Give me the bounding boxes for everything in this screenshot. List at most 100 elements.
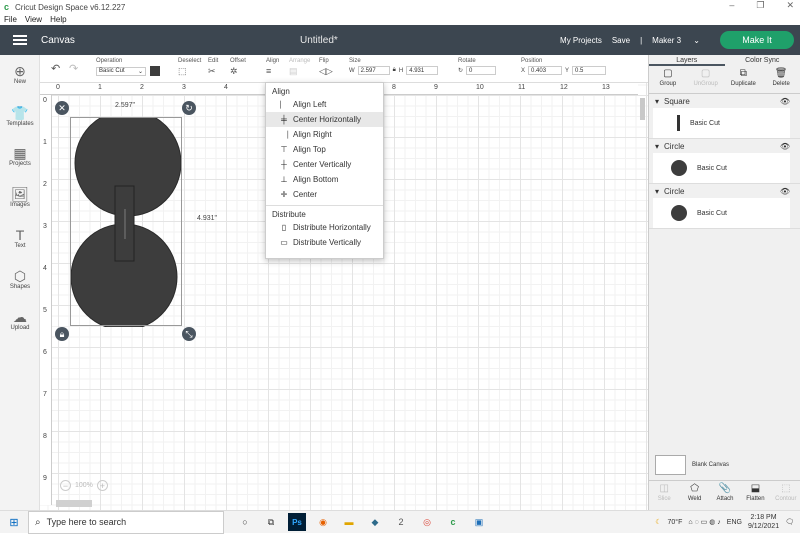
ungroup-button[interactable]: ▢UnGroup — [687, 66, 725, 93]
flip-icon[interactable]: ◁▷ — [319, 66, 333, 76]
menu-item-distribute-horizontally[interactable]: ▯Distribute Horizontally — [266, 220, 383, 235]
slice-button[interactable]: ◫Slice — [649, 481, 679, 510]
layer-header[interactable]: ▾Circle👁︎ — [649, 184, 800, 198]
eye-icon[interactable]: 👁︎ — [780, 142, 790, 151]
horizontal-scrollbar-thumb[interactable] — [56, 500, 92, 507]
y-input[interactable]: 0.5 — [572, 66, 606, 75]
menu-item-center[interactable]: ✛Center — [266, 187, 383, 202]
align-icon[interactable]: ≡ — [266, 66, 271, 76]
menu-file[interactable]: File — [4, 15, 17, 24]
rotate-input[interactable]: 0 — [466, 66, 496, 75]
scrollbar-thumb[interactable] — [640, 98, 645, 120]
flatten-button[interactable]: ⬓Flatten — [740, 481, 770, 510]
contour-button[interactable]: ⬚Contour — [771, 481, 800, 510]
layer-circle-2[interactable]: ▾Circle👁︎ Basic Cut — [649, 184, 800, 229]
height-input[interactable]: 4.931 — [406, 66, 438, 75]
vertical-scrollbar[interactable] — [638, 95, 648, 450]
scissors-icon[interactable]: ✂ — [208, 66, 216, 76]
restore-button[interactable]: ❐ — [756, 0, 764, 11]
menu-item-align-top[interactable]: ⊤Align Top — [266, 142, 383, 157]
deselect-icon[interactable]: ⬚ — [178, 66, 187, 76]
close-window-button[interactable]: ✕ — [786, 0, 794, 11]
eye-icon[interactable]: 👁︎ — [780, 187, 790, 196]
layer-header[interactable]: ▾Square👁︎ — [649, 94, 800, 108]
layer-item[interactable]: Basic Cut — [653, 198, 790, 228]
width-input[interactable]: 2.597 — [358, 66, 390, 75]
menu-item-align-bottom[interactable]: ⊥Align Bottom — [266, 172, 383, 187]
duplicate-button[interactable]: ⧉Duplicate — [725, 66, 763, 93]
windows-start-icon[interactable]: ⊞ — [0, 516, 28, 529]
layer-item[interactable]: Basic Cut — [653, 153, 790, 183]
lock-handle-icon[interactable]: 🔒︎ — [55, 327, 69, 341]
menu-item-align-right[interactable]: ⎹Align Right — [266, 127, 383, 142]
rotate-handle-icon[interactable]: ↻ — [182, 101, 196, 115]
photos-icon[interactable]: ▣ — [470, 513, 488, 531]
make-it-button[interactable]: Make It — [720, 31, 794, 49]
weather-icon[interactable]: ☾ — [655, 518, 661, 526]
document-title[interactable]: Untitled* — [300, 35, 338, 46]
firefox-icon[interactable]: ◉ — [314, 513, 332, 531]
resize-handle-icon[interactable]: ⤡ — [182, 327, 196, 341]
blank-canvas-swatch[interactable] — [655, 455, 686, 475]
menu-item-align-left[interactable]: ⎸Align Left — [266, 97, 383, 112]
taskbar-search[interactable]: ⌕ Type here to search — [28, 511, 224, 534]
delete-button[interactable]: 🗑Delete — [762, 66, 800, 93]
color-swatch[interactable] — [150, 66, 160, 76]
save-button[interactable]: Save — [612, 36, 630, 45]
language-indicator[interactable]: ENG — [727, 519, 742, 526]
layer-circle-1[interactable]: ▾Circle👁︎ Basic Cut — [649, 139, 800, 184]
menu-item-center-horizontally[interactable]: ╪Center Horizontally — [266, 112, 383, 127]
weather-temp[interactable]: 70°F — [668, 519, 683, 526]
collapse-arrow-icon[interactable]: ▾ — [655, 97, 659, 106]
sidebar-item-new[interactable]: ⊕New — [0, 63, 40, 85]
layer-square[interactable]: ▾Square👁︎ Basic Cut — [649, 94, 800, 139]
layer-header[interactable]: ▾Circle👁︎ — [649, 139, 800, 153]
photoshop-icon[interactable]: Ps — [288, 513, 306, 531]
menu-help[interactable]: Help — [50, 15, 66, 24]
task-view-icon[interactable]: ⧉ — [262, 513, 280, 531]
x-input[interactable]: 0.403 — [528, 66, 562, 75]
hamburger-menu-icon[interactable] — [13, 35, 27, 45]
delete-handle-icon[interactable]: ✕ — [55, 101, 69, 115]
undo-icon[interactable]: ↶ — [51, 62, 60, 75]
file-explorer-icon[interactable]: ▬ — [340, 513, 358, 531]
eye-icon[interactable]: 👁︎ — [780, 97, 790, 106]
clock[interactable]: 2:18 PM 9/12/2021 — [748, 513, 779, 531]
minimize-button[interactable]: – — [729, 0, 734, 11]
sidebar-item-templates[interactable]: 👕Templates — [0, 105, 40, 127]
operation-select[interactable]: Basic Cut⌄ — [96, 67, 146, 76]
collapse-arrow-icon[interactable]: ▾ — [655, 187, 659, 196]
menu-item-distribute-vertically[interactable]: ▭Distribute Vertically — [266, 235, 383, 250]
tab-layers[interactable]: Layers — [649, 55, 725, 66]
collapse-arrow-icon[interactable]: ▾ — [655, 142, 659, 151]
tray-icons[interactable]: ⌂ ◌ ▭ ◍ ♪ — [688, 518, 720, 526]
my-projects-link[interactable]: My Projects — [560, 36, 602, 45]
menu-view[interactable]: View — [25, 15, 42, 24]
cortana-icon[interactable]: ○ — [236, 513, 254, 531]
ruler-tick: 1 — [98, 84, 102, 91]
notifications-icon[interactable]: 🗨︎ — [785, 518, 794, 526]
menu-item-center-vertically[interactable]: ┼Center Vertically — [266, 157, 383, 172]
redo-icon[interactable]: ↷ — [69, 62, 78, 75]
app-badge-icon[interactable]: 2 — [392, 513, 410, 531]
blank-canvas-layer[interactable]: Blank Canvas — [655, 455, 729, 475]
sidebar-item-images[interactable]: 🖼Images — [0, 186, 40, 208]
lock-icon[interactable]: 🔒︎ — [393, 67, 396, 74]
sidebar-item-shapes[interactable]: ⬡Shapes — [0, 268, 40, 290]
weld-button[interactable]: ⬠Weld — [679, 481, 709, 510]
offset-icon[interactable]: ✲ — [230, 66, 238, 76]
chrome-icon[interactable]: ◎ — [418, 513, 436, 531]
attach-button[interactable]: 📎Attach — [710, 481, 740, 510]
shapes-icon: ⬡ — [0, 268, 40, 284]
layer-item[interactable]: Basic Cut — [653, 108, 790, 138]
tab-color-sync[interactable]: Color Sync — [725, 55, 800, 66]
group-button[interactable]: ▢Group — [649, 66, 687, 93]
app-icon[interactable]: ◆ — [366, 513, 384, 531]
machine-selector[interactable]: Maker 3 ⌄ — [652, 36, 710, 45]
cricut-taskbar-icon[interactable]: c — [444, 513, 462, 531]
sidebar-item-projects[interactable]: ▦Projects — [0, 145, 40, 167]
zoom-out-button[interactable]: − — [60, 480, 71, 491]
sidebar-item-text[interactable]: TText — [0, 227, 40, 249]
zoom-in-button[interactable]: + — [97, 480, 108, 491]
sidebar-item-upload[interactable]: ☁Upload — [0, 309, 40, 331]
